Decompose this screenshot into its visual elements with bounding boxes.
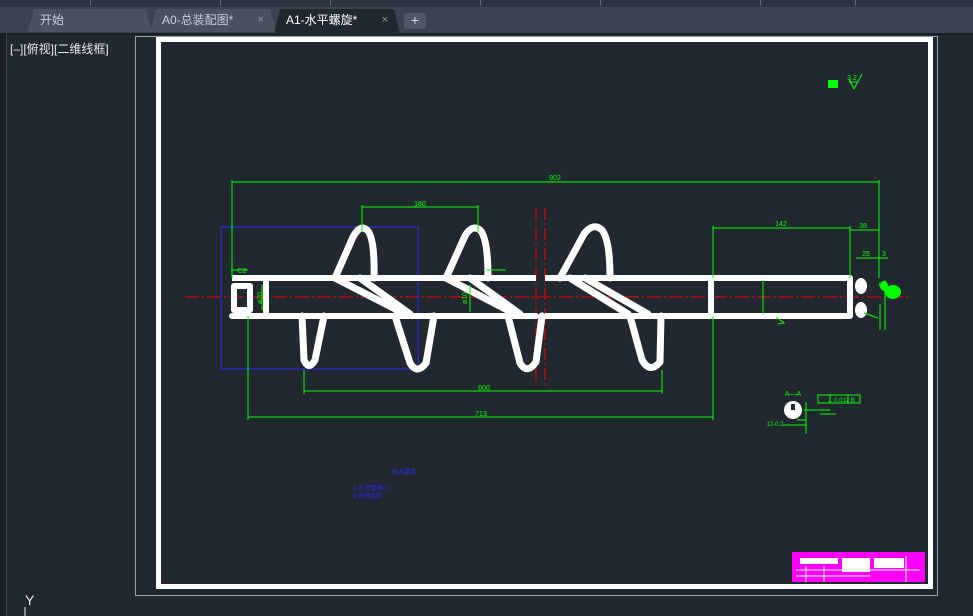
dim-diameter-20: ø20 [257,292,264,304]
section-label: A—A [785,391,802,398]
dim-3: 3 [882,251,886,258]
dim-pitch: 180 [414,201,426,208]
technical-requirement-line: 1.未注倒角C1 [353,484,390,492]
ucs-y-axis-label: Y [25,592,35,608]
dim-diameter-10: ø10 [462,292,469,304]
dimension-lines [231,180,888,420]
drawing-canvas[interactable]: 902 180 142 38 25 3 C2 C2 ø20 ø10 600 71… [0,0,973,616]
technical-requirement-line: 2.去除毛刺 [353,492,382,500]
dim-overall-length: 902 [549,175,561,182]
dim-keyway-width: 12-0.2 [766,422,784,428]
section-view-aa [783,394,861,434]
surface-roughness-value: 3.2 [847,75,857,82]
technical-requirements-title: 技术要求 [392,468,416,476]
dim-25: 25 [862,251,870,258]
ucs-icon: Y [24,592,35,616]
dim-38: 38 [859,223,867,230]
title-block[interactable] [792,552,925,582]
dim-713: 713 [475,411,487,418]
dim-chamfer-right: C2 [879,282,888,289]
dim-shaft-length: 142 [775,221,787,228]
screw-flights [298,223,665,373]
dim-chamfer-left: C2 [238,268,247,275]
dim-600: 600 [478,385,490,392]
surface-roughness-symbol [828,73,863,91]
